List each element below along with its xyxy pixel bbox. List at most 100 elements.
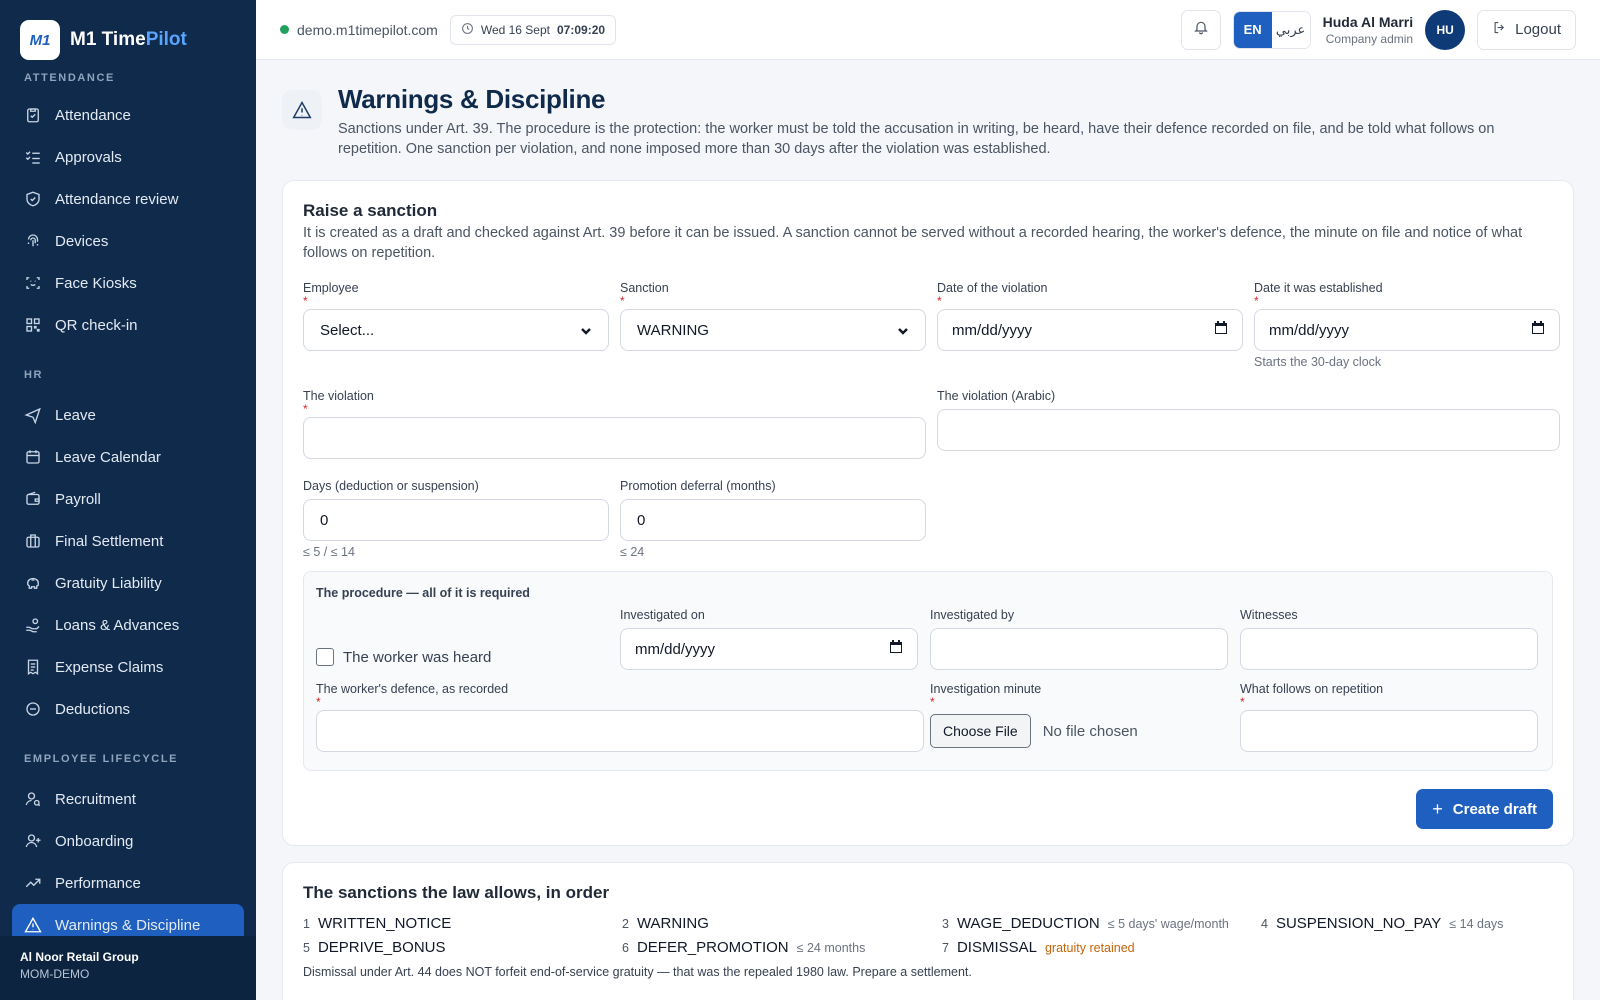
sidebar-item-label: Attendance (55, 106, 131, 124)
witnesses-input[interactable] (1240, 628, 1538, 670)
sidebar-item-performance[interactable]: Performance (0, 862, 244, 904)
sidebar-item-label: Gratuity Liability (55, 574, 162, 592)
witnesses-field: Witnesses (1240, 608, 1538, 670)
item-code: DEFER_PROMOTION (636, 939, 789, 956)
investigated-on-field: Investigated on mm/dd/yyyy (620, 608, 918, 670)
lang-ar-button[interactable]: عربي (1271, 11, 1310, 48)
current-time: 07:09:20 (557, 22, 606, 37)
field-label: Investigated by (930, 608, 1015, 622)
logout-button[interactable]: Logout (1477, 9, 1576, 50)
domain-text: demo.m1timepilot.com (297, 21, 438, 38)
nav-section-attendance: ATTENDANCE (24, 72, 115, 84)
card-title: Raise a sanction (303, 201, 438, 220)
sidebar-item-gratuity-liability[interactable]: Gratuity Liability (0, 562, 244, 604)
violation-arabic-input[interactable] (937, 409, 1560, 451)
field-label: What follows on repetition (1240, 682, 1384, 696)
defence-input[interactable] (316, 710, 924, 752)
sidebar-item-expense-claims[interactable]: Expense Claims (0, 646, 244, 688)
sidebar-item-label: Expense Claims (55, 658, 164, 676)
violation-field: The violation * (303, 389, 926, 459)
list-item: 2 WARNING (622, 915, 709, 932)
field-label: Investigation minute (930, 682, 1042, 696)
main-content: Warnings & Discipline Sanctions under Ar… (256, 60, 1600, 1000)
item-limit: ≤ 24 months (796, 941, 866, 955)
employee-select[interactable]: Select... (303, 309, 609, 351)
worker-heard-checkbox-row[interactable]: The worker was heard (316, 648, 491, 666)
piggy-bank-icon (24, 574, 42, 592)
sidebar-item-payroll[interactable]: Payroll (0, 478, 244, 520)
law-footnote: Dismissal under Art. 44 does NOT forfeit… (303, 965, 972, 979)
sidebar-item-approvals[interactable]: Approvals (0, 136, 244, 178)
lang-en-button[interactable]: EN (1233, 11, 1272, 48)
violation-input[interactable] (303, 417, 926, 459)
repetition-field: What follows on repetition * (1240, 682, 1538, 752)
required-mark: * (1254, 294, 1259, 308)
briefcase-icon (24, 532, 42, 550)
sidebar-item-devices[interactable]: Devices (0, 220, 244, 262)
list-item: 4 SUSPENSION_NO_PAY ≤ 14 days (1261, 915, 1503, 932)
date-placeholder: mm/dd/yyyy (1269, 321, 1350, 339)
sidebar-item-label: Attendance review (55, 190, 179, 208)
procedure-section: The procedure — all of it is required Th… (303, 571, 1553, 771)
sidebar-item-leave[interactable]: Leave (0, 394, 244, 436)
violation-date-input[interactable]: mm/dd/yyyy (937, 309, 1243, 351)
promotion-deferral-input[interactable]: 0 (620, 499, 926, 541)
status-dot (280, 25, 289, 34)
calendar-icon[interactable] (1214, 321, 1228, 339)
violation-date-field: Date of the violation * mm/dd/yyyy (937, 281, 1243, 351)
user-name: Huda Al Marri (1322, 13, 1414, 30)
clock-icon (461, 22, 474, 38)
sidebar-item-final-settlement[interactable]: Final Settlement (0, 520, 244, 562)
sidebar-item-deductions[interactable]: Deductions (0, 688, 244, 730)
brand-name-accent: Pilot (145, 29, 187, 50)
warning-triangle-icon (24, 916, 42, 934)
qr-code-icon (24, 316, 42, 334)
sidebar-item-face-kiosks[interactable]: Face Kiosks (0, 262, 244, 304)
sidebar-footer: Al Noor Retail Group MOM-DEMO (0, 936, 256, 1000)
required-mark: * (937, 294, 942, 308)
worker-heard-checkbox[interactable] (316, 648, 334, 666)
sidebar-item-label: Leave Calendar (55, 448, 161, 466)
calendar-icon[interactable] (889, 640, 903, 658)
sidebar-item-attendance-review[interactable]: Attendance review (0, 178, 244, 220)
list-item: 1 WRITTEN_NOTICE (303, 915, 451, 932)
investigated-on-input[interactable]: mm/dd/yyyy (620, 628, 918, 670)
avatar[interactable]: HU (1425, 9, 1466, 50)
list-item: 5 DEPRIVE_BONUS (303, 939, 446, 956)
choose-file-button[interactable]: Choose File (930, 714, 1031, 748)
employee-field: Employee * Select... (303, 281, 609, 351)
sanction-select[interactable]: WARNING (620, 309, 926, 351)
sidebar-item-label: Face Kiosks (55, 274, 137, 292)
nav-section-hr: HR (24, 369, 44, 381)
days-input[interactable]: 0 (303, 499, 609, 541)
hand-coins-icon (24, 616, 42, 634)
minus-circle-icon (24, 700, 42, 718)
sidebar-item-onboarding[interactable]: Onboarding (0, 820, 244, 862)
repetition-input[interactable] (1240, 710, 1538, 752)
logout-label: Logout (1515, 21, 1561, 38)
sidebar-item-leave-calendar[interactable]: Leave Calendar (0, 436, 244, 478)
user-info: Huda Al Marri Company admin (1323, 14, 1414, 46)
required-mark: * (1240, 695, 1245, 709)
sidebar-item-label: Warnings & Discipline (55, 916, 201, 934)
list-item: 3 WAGE_DEDUCTION ≤ 5 days' wage/month (942, 915, 1229, 932)
field-label: The violation (303, 389, 374, 403)
calendar-icon[interactable] (1531, 321, 1545, 339)
sidebar-item-recruitment[interactable]: Recruitment (0, 778, 244, 820)
allowed-sanctions-card: The sanctions the law allows, in order 1… (282, 862, 1574, 1000)
language-switch: EN عربي (1232, 10, 1311, 49)
sidebar-item-loans-advances[interactable]: Loans & Advances (0, 604, 244, 646)
field-label: Sanction (620, 281, 669, 295)
item-code: WAGE_DEDUCTION (956, 915, 1100, 932)
plane-icon (24, 406, 42, 424)
sidebar-item-qr-check-in[interactable]: QR check-in (0, 304, 244, 346)
notifications-button[interactable] (1180, 9, 1221, 50)
sidebar-item-label: Leave (55, 406, 96, 424)
sidebar-item-label: Performance (55, 874, 141, 892)
investigated-by-input[interactable] (930, 628, 1228, 670)
sidebar-item-attendance[interactable]: Attendance (0, 94, 244, 136)
create-draft-button[interactable]: + Create draft (1416, 789, 1553, 829)
established-date-input[interactable]: mm/dd/yyyy (1254, 309, 1560, 351)
list-check-icon (24, 148, 42, 166)
shield-check-icon (24, 190, 42, 208)
